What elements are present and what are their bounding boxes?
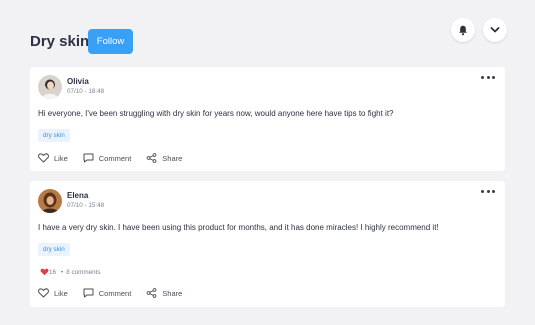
more-options-icon[interactable] [481,188,495,194]
notifications-button[interactable] [451,18,475,42]
page-header: Dry skin Follow [0,0,535,64]
post-actions: Like Comment Share [38,287,197,299]
author-name[interactable]: Elena [67,191,88,200]
comment-icon [83,288,94,298]
comment-icon [83,153,94,163]
like-label: Like [54,288,68,298]
tag-chip[interactable]: dry skin [38,129,70,142]
post-timestamp: 07/10 - 15:48 [67,202,105,209]
separator-dot: • [61,268,64,276]
like-button[interactable]: Like [38,288,68,298]
like-label: Like [54,153,68,163]
like-button[interactable]: Like [38,153,68,163]
avatar[interactable] [38,75,62,99]
follow-button[interactable]: Follow [88,29,133,54]
heart-filled-icon [40,268,49,276]
heart-outline-icon [38,288,49,298]
share-button[interactable]: Share [146,153,182,163]
post-text: Hi everyone, I've been struggling with d… [38,109,394,118]
more-options-icon[interactable] [481,74,495,80]
comment-button[interactable]: Comment [83,288,132,298]
avatar[interactable] [38,189,62,213]
heart-outline-icon [38,153,49,163]
comment-count[interactable]: 8 comments [66,269,100,276]
share-label: Share [162,153,183,163]
post-timestamp: 07/10 - 18:48 [67,88,105,95]
share-label: Share [162,288,183,298]
share-icon [146,288,157,298]
share-icon [146,153,157,163]
post-stats: 16 • 8 comments [40,268,101,276]
post-text: I have a very dry skin. I have been usin… [38,223,439,232]
tag-chip[interactable]: dry skin [38,243,70,256]
expand-button[interactable] [483,18,507,42]
comment-label: Comment [98,288,132,298]
post-card: Elena 07/10 - 15:48 I have a very dry sk… [30,181,505,307]
comment-label: Comment [98,153,132,163]
chevron-down-icon [490,27,500,33]
comment-button[interactable]: Comment [83,153,132,163]
share-button[interactable]: Share [146,288,182,298]
post-card: Olivia 07/10 - 18:48 Hi everyone, I've b… [30,67,505,171]
post-actions: Like Comment Share [38,152,197,164]
author-name[interactable]: Olivia [67,77,89,86]
reaction-count[interactable]: 16 [49,269,56,276]
bell-icon [459,25,467,35]
page-title: Dry skin [30,33,90,50]
